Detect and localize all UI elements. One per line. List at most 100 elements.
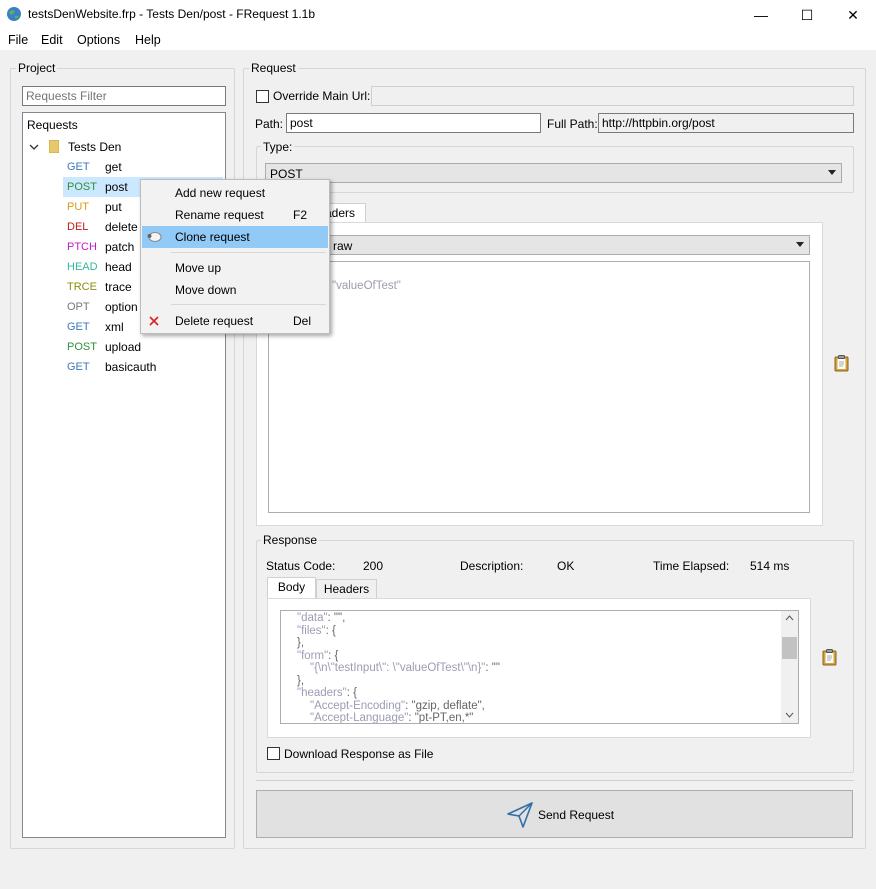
json-value: }, — [297, 637, 305, 649]
menu-separator — [171, 304, 326, 305]
window-title: testsDenWebsite.frp - Tests Den/post - F… — [28, 7, 316, 21]
request-method-label: PTCH — [67, 241, 97, 253]
json-line: "{\n\"testInput\": \"valueOfTest\"\n}": … — [310, 662, 500, 675]
description-value: OK — [557, 559, 575, 573]
json-value: : "pt-PT,en,*" — [408, 712, 474, 724]
clipboard-icon[interactable] — [822, 649, 837, 666]
json-value: : "", — [327, 612, 346, 624]
menu-item-move-down[interactable]: Move down — [142, 279, 328, 301]
json-line: "Accept-Language": "pt-PT,en,*" — [310, 712, 474, 724]
request-method-label: POST — [67, 341, 97, 353]
separator — [256, 780, 854, 781]
request-name-label: upload — [105, 340, 142, 354]
scroll-up-icon[interactable] — [785, 615, 794, 621]
requests-filter-input[interactable] — [22, 86, 226, 106]
path-label: Path: — [255, 117, 284, 131]
json-line: "files": { — [297, 625, 336, 638]
json-line: }, — [297, 675, 304, 688]
request-name-label: delete — [105, 220, 138, 234]
body-type-select[interactable]: raw — [268, 235, 810, 255]
tree-request-item[interactable]: GET basicauth — [63, 357, 223, 377]
response-group-title: Response — [261, 533, 320, 547]
request-method-label: TRCE — [67, 281, 97, 293]
request-name-label: basicauth — [105, 360, 157, 374]
status-code-value: 200 — [363, 559, 384, 573]
send-request-button[interactable]: Send Request — [256, 790, 853, 838]
scrollbar-thumb[interactable] — [782, 637, 797, 659]
clipboard-icon[interactable] — [834, 355, 849, 372]
menu-item-clone-request[interactable]: Clone request — [142, 226, 328, 248]
app-globe-icon — [7, 7, 21, 21]
minimize-button[interactable]: — — [738, 0, 784, 30]
description-label: Description: — [460, 559, 524, 573]
override-url-input[interactable] — [371, 86, 854, 106]
paper-plane-icon — [507, 802, 533, 828]
menu-help[interactable]: Help — [135, 33, 161, 47]
json-key: "Accept-Encoding" — [310, 699, 406, 712]
request-method-label: DEL — [67, 221, 89, 233]
request-method-label: GET — [67, 321, 90, 333]
path-input[interactable]: post — [286, 113, 541, 133]
tab-response-body[interactable]: Body — [267, 577, 316, 599]
delete-x-icon — [149, 316, 159, 326]
fullpath-label: Full Path: — [547, 117, 598, 131]
close-button[interactable]: ✕ — [830, 0, 876, 30]
json-line: }, — [297, 637, 304, 650]
request-group-title: Request — [249, 61, 298, 75]
request-name-label: xml — [105, 320, 124, 334]
menu-item-move-up[interactable]: Move up — [142, 257, 328, 279]
override-url-checkbox[interactable] — [256, 90, 269, 103]
json-key: "headers" — [297, 687, 347, 699]
request-method-label: PUT — [67, 201, 89, 213]
request-name-label: patch — [105, 240, 135, 254]
request-method-label: GET — [67, 361, 90, 373]
request-method-label: POST — [67, 181, 97, 193]
folder-icon — [49, 140, 59, 153]
maximize-button[interactable]: ☐ — [784, 0, 830, 30]
request-name-label: head — [105, 260, 132, 274]
json-value: : { — [346, 687, 357, 699]
tree-header: Requests — [27, 118, 78, 132]
json-key: "{\n\"testInput\": \"valueOfTest\"\n}" — [310, 662, 486, 674]
time-elapsed-value: 514 ms — [750, 559, 790, 573]
menu-options[interactable]: Options — [77, 33, 120, 47]
tree-folder[interactable]: Tests Den — [68, 137, 121, 157]
request-name-label: option — [105, 300, 138, 314]
menu-edit[interactable]: Edit — [41, 33, 63, 47]
context-menu: Add new request Rename request F2 Clone … — [140, 179, 330, 334]
menu-file[interactable]: File — [8, 33, 28, 47]
json-value: }, — [297, 674, 305, 687]
tab-response-headers[interactable]: Headers — [316, 579, 377, 599]
download-response-checkbox[interactable] — [267, 747, 280, 760]
fullpath-field: http://httpbin.org/post — [598, 113, 854, 133]
sheep-icon — [147, 232, 162, 242]
menu-item-rename-request[interactable]: Rename request F2 — [142, 204, 328, 226]
tree-request-item[interactable]: POST upload — [63, 337, 223, 357]
json-line: "data": "", — [297, 612, 345, 625]
tree-request-item[interactable]: GET get — [63, 157, 223, 177]
json-line: "Accept-Encoding": "gzip, deflate", — [310, 700, 485, 713]
menu-bar — [0, 30, 876, 50]
scroll-down-icon[interactable] — [785, 712, 794, 718]
request-name-label: post — [105, 180, 128, 194]
status-code-label: Status Code: — [266, 559, 336, 573]
json-value: : { — [328, 649, 339, 662]
vertical-scrollbar[interactable] — [781, 611, 798, 723]
menu-separator — [171, 252, 326, 253]
json-key: "Accept-Language" — [310, 712, 409, 724]
request-method-label: HEAD — [67, 261, 98, 273]
request-method-label: GET — [67, 161, 90, 173]
request-body-editor[interactable]: "valueOfTest" — [268, 261, 810, 513]
menu-item-add-new-request[interactable]: Add new request — [142, 182, 328, 204]
response-body-viewer[interactable]: "data": "", "files": {}, "form": {"{\n\"te… — [280, 610, 799, 724]
request-method-label: OPT — [67, 301, 90, 313]
request-name-label: trace — [105, 280, 132, 294]
project-group-title: Project — [16, 61, 58, 75]
type-select[interactable]: POST — [265, 163, 842, 183]
request-name-label: get — [105, 160, 122, 174]
json-line: "form": { — [297, 650, 338, 663]
expand-chevron-icon[interactable] — [29, 137, 43, 157]
menu-item-delete-request[interactable]: Delete request Del — [142, 310, 328, 332]
time-elapsed-label: Time Elapsed: — [653, 559, 730, 573]
type-group-title: Type: — [261, 140, 295, 154]
